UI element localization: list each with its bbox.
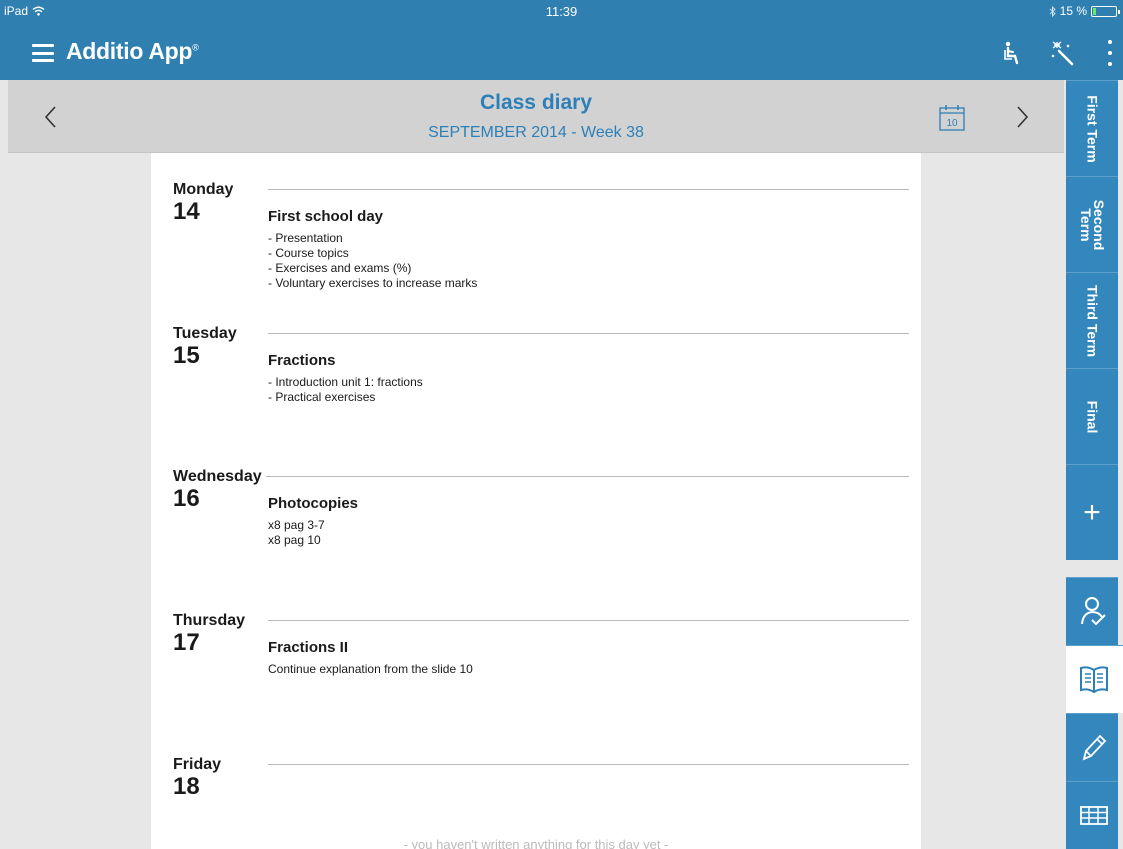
tab-diary[interactable] xyxy=(1066,645,1123,713)
entry-notes: - Presentation - Course topics - Exercis… xyxy=(268,231,477,291)
entry-note-line: - Presentation xyxy=(268,231,343,245)
next-week-icon[interactable] xyxy=(1011,102,1033,132)
tab-notes[interactable] xyxy=(1066,713,1118,781)
divider xyxy=(268,620,909,621)
entry-note-line: - Introduction unit 1: fractions xyxy=(268,375,423,389)
battery-percent: 15 % xyxy=(1059,4,1087,18)
day-number: 16 xyxy=(173,485,200,512)
calendar-day-number: 10 xyxy=(946,118,958,129)
day-name: Wednesday xyxy=(173,468,262,485)
seated-person-icon[interactable] xyxy=(999,40,1025,66)
tab-label: Third Term xyxy=(1084,284,1101,357)
day-name: Tuesday xyxy=(173,325,237,342)
day-number: 17 xyxy=(173,629,200,656)
battery-icon xyxy=(1091,5,1120,17)
entry-note-line: - Course topics xyxy=(268,246,349,260)
status-bar: iPad 11:39 15 % xyxy=(0,0,1123,24)
entry-note-line: x8 pag 10 xyxy=(268,533,321,547)
magic-wand-icon[interactable] xyxy=(1050,40,1076,66)
students-icon xyxy=(1081,597,1106,626)
tab-label: Second Term xyxy=(1078,199,1107,250)
divider xyxy=(268,189,909,190)
day-number: 15 xyxy=(173,342,200,369)
grid-table-icon xyxy=(1080,806,1108,825)
entry-note-line: - Exercises and exams (%) xyxy=(268,261,412,275)
tab-students[interactable] xyxy=(1066,577,1118,645)
bluetooth-icon xyxy=(1049,5,1056,17)
add-term-button[interactable]: + xyxy=(1066,464,1118,560)
divider xyxy=(268,333,909,334)
tab-label: First Term xyxy=(1084,94,1101,163)
entry-notes: x8 pag 3-7 x8 pag 10 xyxy=(268,518,325,548)
entry-note-line: - Practical exercises xyxy=(268,390,376,404)
day-number: 18 xyxy=(173,773,200,800)
tab-second-term[interactable]: Second Term xyxy=(1066,176,1118,272)
entry-title: Fractions xyxy=(268,352,336,369)
pencil-icon xyxy=(1082,734,1107,761)
app-bar: Additio App® xyxy=(0,24,1123,80)
tab-first-term[interactable]: First Term xyxy=(1066,80,1118,176)
diary-sheet: Monday 14 First school day - Presentatio… xyxy=(151,153,921,849)
day-name: Thursday xyxy=(173,612,246,629)
entry-title: First school day xyxy=(268,208,384,225)
day-number: 14 xyxy=(173,198,200,225)
entry-notes: - Introduction unit 1: fractions - Pract… xyxy=(268,375,423,405)
status-time: 11:39 xyxy=(545,4,578,19)
tab-final[interactable]: Final xyxy=(1066,368,1118,464)
app-title: Additio App® xyxy=(66,38,199,64)
more-options-icon[interactable] xyxy=(1107,40,1113,66)
day-name: Friday xyxy=(173,756,222,773)
hamburger-menu-icon[interactable] xyxy=(32,44,54,62)
entry-notes: Continue explanation from the slide 10 xyxy=(268,662,473,677)
entry-note-line: Continue explanation from the slide 10 xyxy=(268,662,473,676)
page-title: Class diary xyxy=(479,91,593,114)
diary-header: Class diary SEPTEMBER 2014 - Week 38 10 xyxy=(8,80,1064,153)
entry-note-line: - Voluntary exercises to increase marks xyxy=(268,276,478,290)
day-name: Monday xyxy=(173,181,234,198)
divider xyxy=(268,764,909,765)
tab-grades[interactable] xyxy=(1066,781,1118,849)
divider xyxy=(266,476,909,477)
empty-day-note: - you haven't written anything for this … xyxy=(403,837,669,849)
side-tabs: First Term Second Term Third Term Final … xyxy=(1066,80,1123,849)
entry-title: Photocopies xyxy=(268,495,359,512)
calendar-icon[interactable]: 10 xyxy=(937,102,967,132)
tab-label: Final xyxy=(1084,400,1101,433)
entry-title: Fractions II xyxy=(268,639,349,656)
entry-note-line: x8 pag 3-7 xyxy=(268,518,325,532)
page-subtitle: SEPTEMBER 2014 - Week 38 xyxy=(428,124,644,141)
diary-book-icon xyxy=(1080,666,1108,694)
tab-third-term[interactable]: Third Term xyxy=(1066,272,1118,368)
